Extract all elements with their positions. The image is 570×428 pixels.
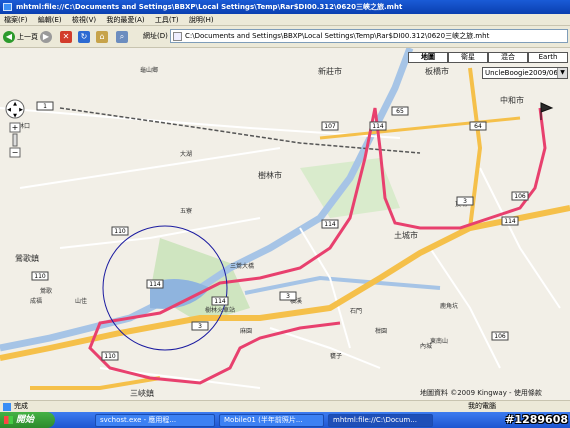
map-viewport[interactable]: 新莊市板橋市中和市樹林市土城市鶯歌鎮三峽鎮龜山鄉林口三鶯大橋樹林火車站山佳頂埔橫… <box>0 48 570 400</box>
road-shield-label: 106 <box>494 333 506 340</box>
map-place-label: 山佳 <box>75 297 87 305</box>
taskbar: 開始 svchost.exe - 應用程... Mobile01 (半年前照片.… <box>0 412 570 428</box>
map-place-label: 甕子 <box>330 352 342 360</box>
map-type-earth-button[interactable]: Earth <box>528 52 568 63</box>
map-place-label: 鹿角坑 <box>440 302 458 310</box>
menu-file[interactable]: 檔案(F) <box>0 16 32 24</box>
address-value: C:\Documents and Settings\BBXP\Local Set… <box>185 32 490 40</box>
pan-up-icon[interactable]: ▲ <box>13 101 17 107</box>
pan-right-icon[interactable]: ▶ <box>19 107 23 113</box>
map-copyright: 地圖資料 ©2009 Kingway - 使用條款 <box>420 389 542 397</box>
map-place-label: 內城 <box>420 342 432 350</box>
road-shield-label: 65 <box>396 108 404 115</box>
road-shield-label: 114 <box>149 281 161 288</box>
road-shield-label: 3 <box>463 198 467 205</box>
road-shield-label: 1 <box>43 103 47 110</box>
taskbar-item-mobile01[interactable]: Mobile01 (半年前照片... <box>219 413 324 427</box>
map-type-map-button[interactable]: 地圖 <box>408 52 448 63</box>
road-shield-label: 110 <box>114 228 126 235</box>
forward-arrow-icon: ▶ <box>40 31 52 43</box>
refresh-button[interactable]: ↻ <box>78 30 90 44</box>
address-input[interactable]: C:\Documents and Settings\BBXP\Local Set… <box>170 29 568 43</box>
pan-zoom-control: ▲ ▼ ◀ ▶ + − <box>5 99 25 158</box>
menu-bar: 檔案(F) 編輯(E) 檢視(V) 我的最愛(A) 工具(T) 說明(H) <box>0 14 570 26</box>
map-place-label: 柑園 <box>375 327 387 335</box>
windows-logo-icon <box>4 416 13 424</box>
road-shield-label: 107 <box>324 123 336 130</box>
search-icon: ⌕ <box>116 31 128 43</box>
map-type-control: 地圖 衛星 混合 Earth <box>408 52 568 63</box>
road-shield-label: 3 <box>286 293 290 300</box>
ie-icon <box>3 3 12 11</box>
home-icon: ⌂ <box>96 31 108 43</box>
zoom-slider[interactable] <box>12 133 18 147</box>
map-canvas[interactable]: 新莊市板橋市中和市樹林市土城市鶯歌鎮三峽鎮龜山鄉林口三鶯大橋樹林火車站山佳頂埔橫… <box>0 48 570 400</box>
menu-tools[interactable]: 工具(T) <box>151 16 183 24</box>
map-place-label: 東南山 <box>430 337 448 345</box>
chevron-down-icon: ▼ <box>557 68 567 78</box>
map-type-hybrid-button[interactable]: 混合 <box>488 52 528 63</box>
map-place-label: 土城市 <box>394 230 418 240</box>
status-text: 完成 <box>14 402 28 410</box>
zoom-in-icon: + <box>12 123 19 132</box>
menu-edit[interactable]: 編輯(E) <box>34 16 66 24</box>
menu-favorites[interactable]: 我的最愛(A) <box>102 16 148 24</box>
stop-button[interactable]: ✕ <box>60 30 72 44</box>
map-place-label: 板橋市 <box>425 66 449 76</box>
forward-button[interactable]: ▶ <box>40 30 52 44</box>
start-button[interactable]: 開始 <box>0 412 55 428</box>
map-place-label: 樹林市 <box>258 170 282 180</box>
back-arrow-icon: ◀ <box>3 31 15 43</box>
stop-icon: ✕ <box>60 31 72 43</box>
road-shield-label: 64 <box>474 123 482 130</box>
road-shield-label: 114 <box>214 298 226 305</box>
title-bar: mhtml:file://C:\Documents and Settings\B… <box>0 0 570 14</box>
map-place-label: 三峽鎮 <box>130 388 154 398</box>
map-place-label: 新莊市 <box>318 66 342 76</box>
home-button[interactable]: ⌂ <box>96 30 108 44</box>
road-shield-label: 114 <box>504 218 516 225</box>
map-place-label: 龜山鄉 <box>140 66 158 74</box>
address-label: 網址(D) <box>143 32 168 40</box>
menu-view[interactable]: 檢視(V) <box>68 16 100 24</box>
road-shield-label: 110 <box>104 353 116 360</box>
page-icon <box>173 32 182 41</box>
map-type-satellite-button[interactable]: 衛星 <box>448 52 488 63</box>
map-place-label: 鶯歌 <box>40 287 52 295</box>
map-place-label: 三鶯大橋 <box>230 262 254 270</box>
watermark: #1289608 <box>505 413 568 426</box>
pan-down-icon[interactable]: ▼ <box>13 113 17 119</box>
page-done-icon <box>3 403 11 411</box>
window-title: mhtml:file://C:\Documents and Settings\B… <box>16 3 403 11</box>
menu-help[interactable]: 說明(H) <box>185 16 218 24</box>
map-place-label: 中和市 <box>500 95 524 105</box>
refresh-icon: ↻ <box>78 31 90 43</box>
pan-left-icon[interactable]: ◀ <box>7 107 11 113</box>
overlay-select[interactable]: UncleBoogie2009/06/20_0 ▼ <box>482 67 568 79</box>
overlay-select-value: UncleBoogie2009/06/20_0 <box>485 69 568 77</box>
road-shield-label: 110 <box>34 273 46 280</box>
road-shield-label: 114 <box>372 123 384 130</box>
map-place-label: 鶯歌鎮 <box>15 253 39 263</box>
map-place-label: 石門 <box>350 308 362 315</box>
road-shield-label: 114 <box>324 221 336 228</box>
back-button[interactable]: ◀ 上一頁 <box>3 30 38 44</box>
zoom-out-icon: − <box>12 148 19 157</box>
search-button[interactable]: ⌕ <box>116 30 128 44</box>
browser-window: mhtml:file://C:\Documents and Settings\B… <box>0 0 570 428</box>
taskbar-item-svchost[interactable]: svchost.exe - 應用程... <box>95 413 215 427</box>
map-place-label: 麻園 <box>240 327 252 335</box>
map-place-label: 樹林火車站 <box>205 306 235 314</box>
status-zone: 我的電腦 <box>468 402 496 410</box>
map-place-label: 五寮 <box>180 207 192 215</box>
taskbar-item-mhtml[interactable]: mhtml:file://C:\Docum... <box>328 413 433 427</box>
road-shield-label: 106 <box>514 193 526 200</box>
map-place-label: 大湖 <box>180 150 192 158</box>
road-shield-label: 3 <box>198 323 202 330</box>
map-place-label: 成福 <box>30 297 42 305</box>
